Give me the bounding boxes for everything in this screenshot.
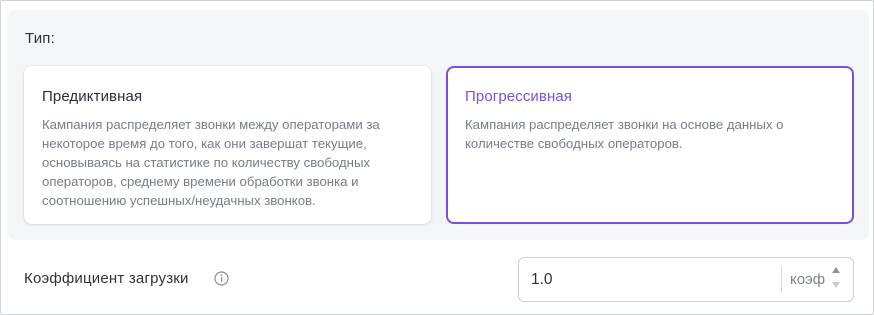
- load-factor-label: Коэффициент загрузки: [24, 270, 189, 287]
- option-card-predictive[interactable]: Предиктивная Кампания распределяет звонк…: [24, 66, 431, 224]
- option-card-progressive[interactable]: Прогрессивная Кампания распределяет звон…: [446, 66, 854, 224]
- load-factor-value[interactable]: 1.0: [531, 271, 553, 289]
- increment-arrow-icon[interactable]: [832, 267, 840, 273]
- decrement-arrow-icon[interactable]: [832, 282, 840, 288]
- option-description: Кампания распределяет звонки между опера…: [42, 117, 380, 208]
- type-selector-panel: Тип: Предиктивная Кампания распределяет …: [8, 10, 869, 240]
- load-factor-input[interactable]: 1.0 коэф: [518, 257, 854, 302]
- load-factor-unit: коэф: [790, 271, 826, 288]
- info-circle-icon-svg: [214, 271, 229, 286]
- info-circle-icon[interactable]: [214, 271, 229, 286]
- type-label: Тип:: [25, 30, 55, 47]
- option-title: Прогрессивная: [465, 88, 573, 105]
- campaign-type-form: Тип: Предиктивная Кампания распределяет …: [0, 0, 874, 315]
- option-title: Предиктивная: [42, 88, 143, 105]
- option-description: Кампания распределяет звонки на основе д…: [465, 117, 784, 151]
- unit-divider: [781, 266, 782, 293]
